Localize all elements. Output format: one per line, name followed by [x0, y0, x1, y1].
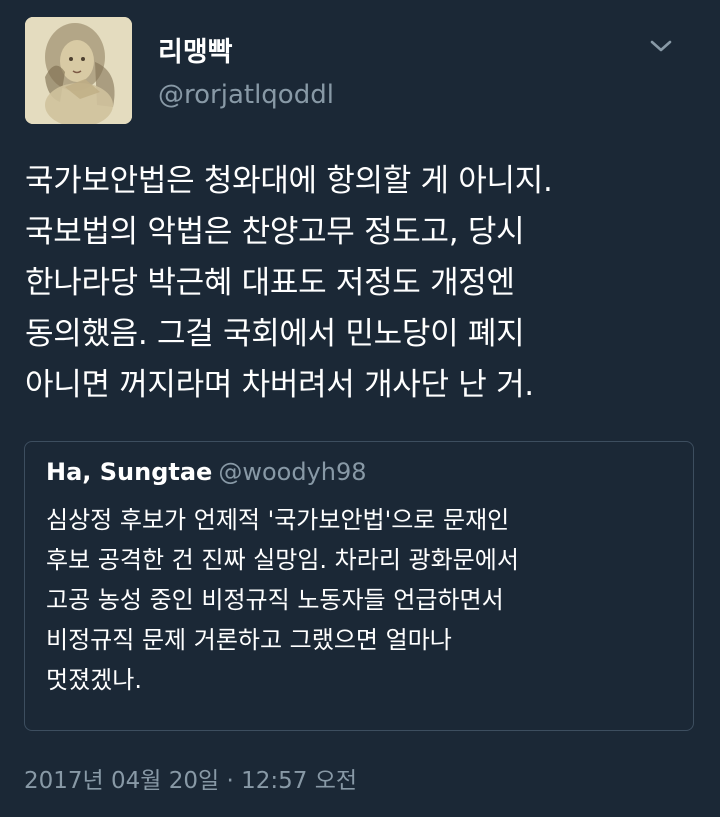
tweet-text: 국가보안법은 청와대에 항의할 게 아니지. 국보법의 악법은 찬양고무 정도고… — [25, 156, 705, 411]
quoted-text-line: 후보 공격한 건 진짜 실망임. 차라리 광화문에서 — [46, 546, 519, 574]
tweet-timestamp: 2017년 04월 20일 · 12:57 오전 — [24, 768, 358, 794]
quoted-tweet-card[interactable]: Ha, Sungtae @woodyh98 심상정 후보가 언제적 '국가보안법'… — [24, 441, 694, 731]
quoted-tweet-header: Ha, Sungtae @woodyh98 — [46, 458, 367, 486]
tweet-text-line: 아니면 꺼지라며 차버려서 개사단 난 거. — [25, 367, 534, 403]
quoted-tweet-text: 심상정 후보가 언제적 '국가보안법'으로 문재인 후보 공격한 건 진짜 실망… — [46, 500, 676, 700]
quoted-author-name: Ha, Sungtae — [46, 458, 213, 486]
quoted-text-line: 고공 농성 중인 비정규직 노동자들 언급하면서 — [46, 586, 504, 614]
quoted-text-line: 멋졌겠나. — [46, 666, 142, 694]
author-handle[interactable]: @rorjatlqoddl — [158, 80, 334, 110]
avatar[interactable] — [25, 17, 132, 124]
quoted-author-handle: @woodyh98 — [218, 458, 367, 486]
avatar-image — [25, 17, 132, 124]
tweet-text-line: 국가보안법은 청와대에 항의할 게 아니지. — [25, 163, 553, 199]
quoted-text-line: 비정규직 문제 거론하고 그랬으면 얼마나 — [46, 626, 452, 654]
quoted-text-line: 심상정 후보가 언제적 '국가보안법'으로 문재인 — [46, 506, 510, 534]
author-display-name[interactable]: 리맹빡 — [158, 30, 233, 69]
chevron-down-icon[interactable] — [645, 33, 677, 59]
tweet-text-line: 한나라당 박근혜 대표도 저정도 개정엔 — [25, 265, 515, 301]
tweet-text-line: 국보법의 악법은 찬양고무 정도고, 당시 — [25, 214, 525, 250]
tweet-text-line: 동의했음. 그걸 국회에서 민노당이 폐지 — [25, 316, 525, 352]
